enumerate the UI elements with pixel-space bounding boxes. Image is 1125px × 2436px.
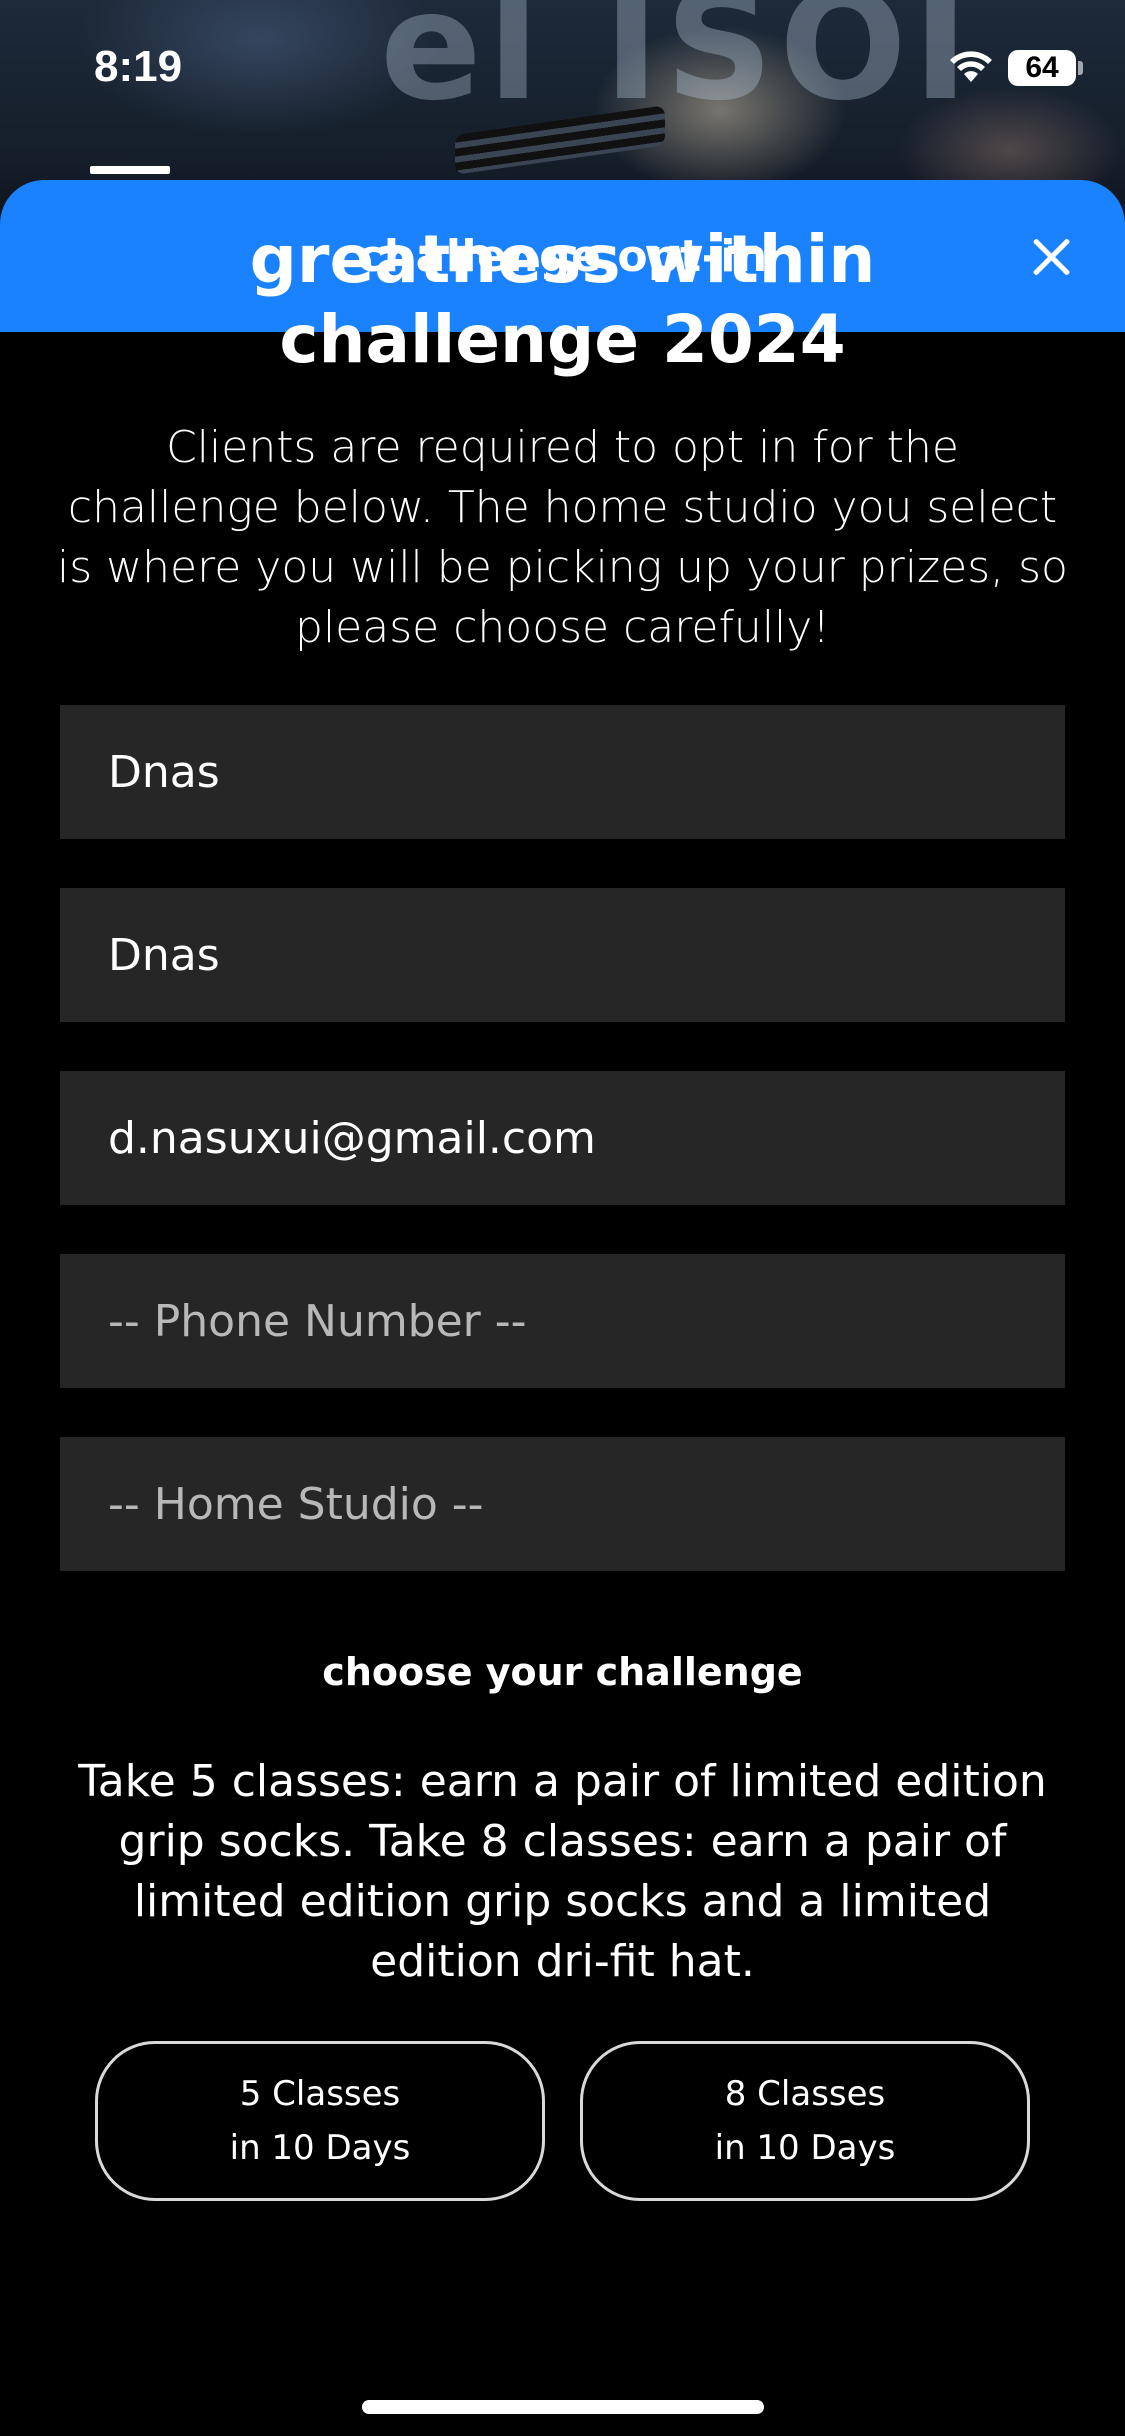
challenge-description: Take 5 classes: earn a pair of limited e… bbox=[78, 1756, 1047, 1987]
sheet-grabber[interactable] bbox=[90, 166, 170, 174]
battery-icon: 64 bbox=[1008, 50, 1076, 86]
challenge-title: greatness within challenge 2024 bbox=[249, 221, 876, 378]
option-line1: 8 Classes bbox=[724, 2074, 886, 2114]
challenge-option-5-classes-button[interactable]: 5 Classes in 10 Days bbox=[95, 2041, 545, 2201]
home-indicator[interactable] bbox=[362, 2400, 764, 2414]
home-studio-select[interactable] bbox=[60, 1437, 1065, 1571]
phone-field[interactable] bbox=[60, 1254, 1065, 1388]
option-line2: in 10 Days bbox=[714, 2128, 896, 2168]
intro-text: Clients are required to opt in for the c… bbox=[57, 422, 1068, 653]
wifi-icon bbox=[950, 51, 992, 82]
choose-challenge-label: choose your challenge bbox=[322, 1650, 803, 1694]
background-signage: el ISOI bbox=[380, 0, 975, 134]
screen: el ISOI 8:19 64 challenge opt-in greatne… bbox=[0, 0, 1125, 2436]
first-name-field[interactable] bbox=[60, 705, 1065, 839]
battery-tip bbox=[1078, 61, 1083, 75]
email-field[interactable] bbox=[60, 1071, 1065, 1205]
last-name-field[interactable] bbox=[60, 888, 1065, 1022]
option-line1: 5 Classes bbox=[239, 2074, 401, 2114]
challenge-option-8-classes-button[interactable]: 8 Classes in 10 Days bbox=[580, 2041, 1030, 2201]
option-line2: in 10 Days bbox=[229, 2128, 411, 2168]
status-time: 8:19 bbox=[94, 42, 183, 91]
